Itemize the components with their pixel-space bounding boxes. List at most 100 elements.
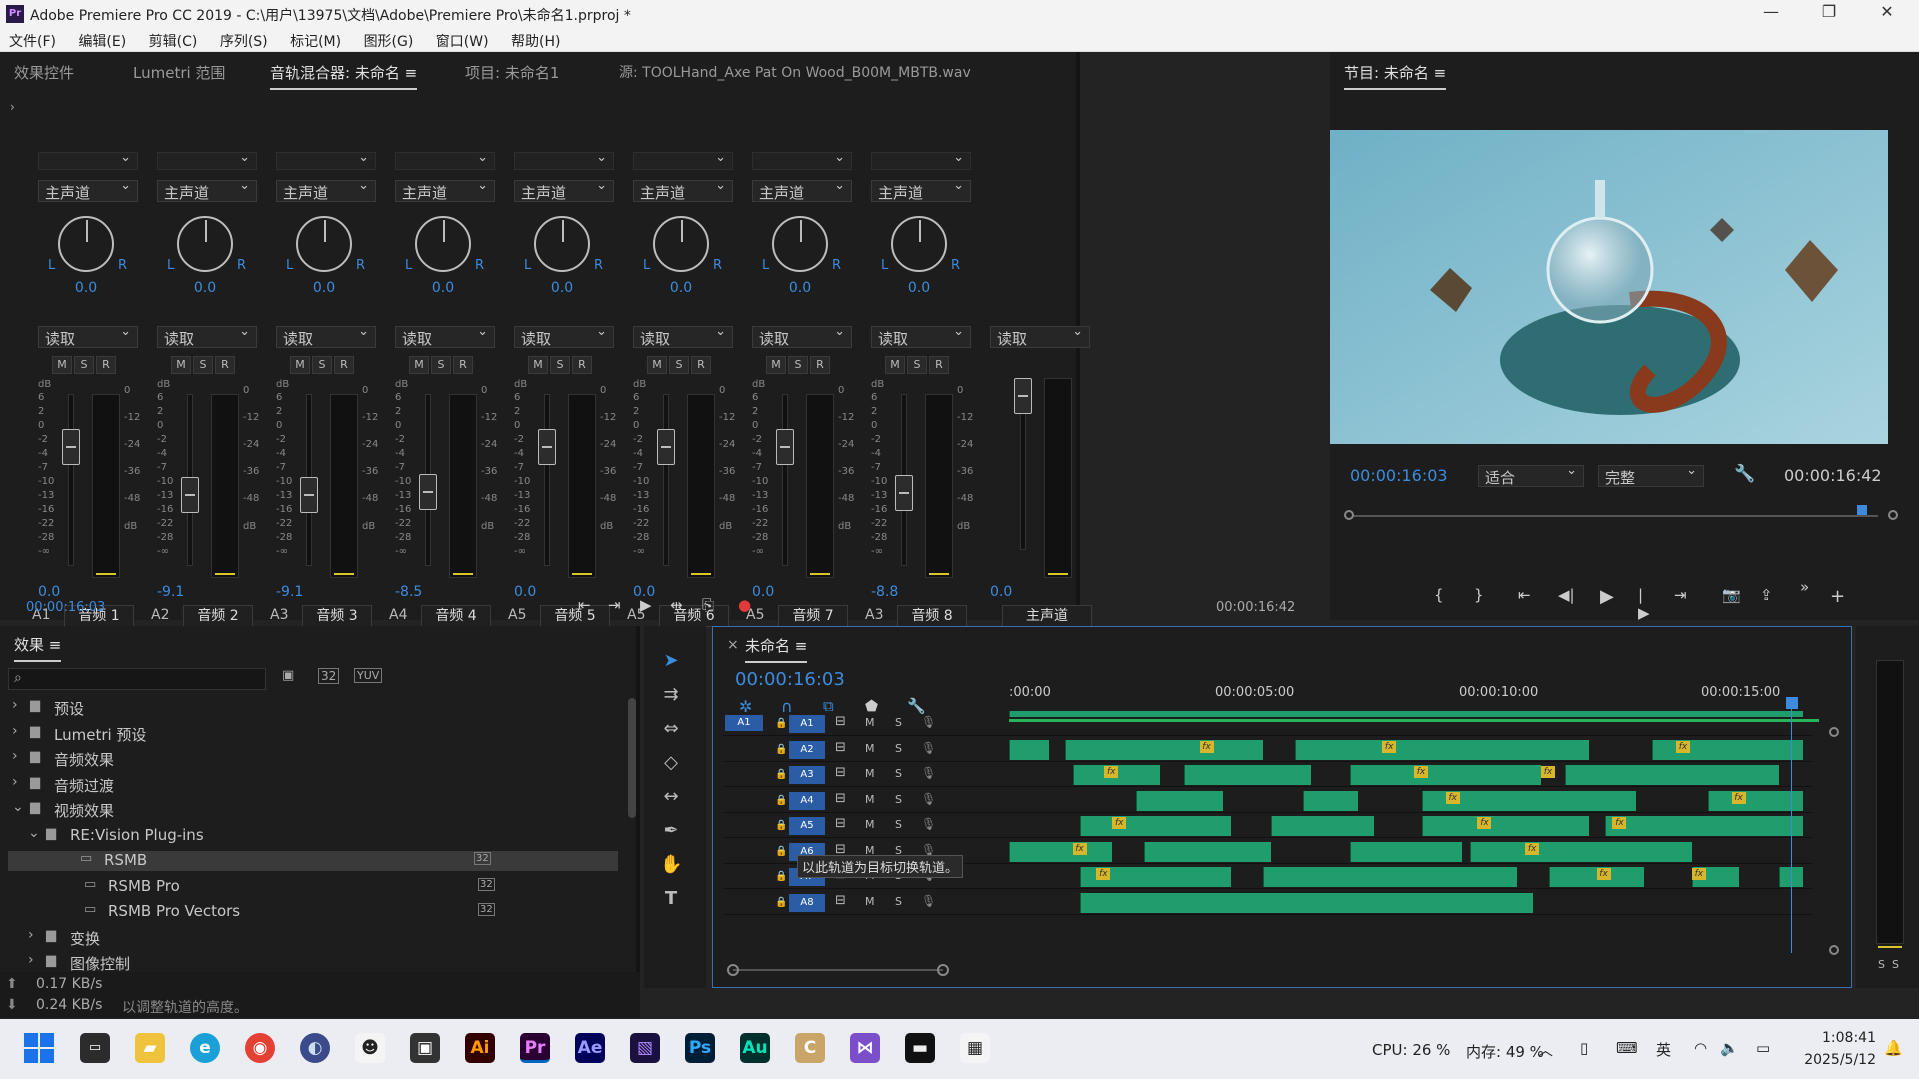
sync-lock-icon[interactable]: ⊟ (835, 740, 846, 755)
battery-icon[interactable]: ▭ (1756, 1039, 1770, 1057)
chevron-right-icon[interactable]: › (12, 748, 18, 764)
hand-tool-icon[interactable]: ✋ (660, 854, 682, 876)
input-select[interactable] (276, 150, 376, 170)
tab-project[interactable]: 项目: 未命名1 (465, 62, 559, 83)
panel-menu-icon[interactable]: ≡ (795, 637, 808, 655)
pan-value[interactable]: 0.0 (387, 280, 499, 296)
automation-mode-dropdown[interactable]: 读取 (633, 324, 733, 348)
timeline-playhead[interactable] (1786, 697, 1798, 709)
zoom-end-handle[interactable] (1888, 510, 1898, 520)
tab-lumetri-scopes[interactable]: Lumetri 范围 (133, 62, 225, 83)
audio-clip[interactable] (1080, 892, 1534, 913)
automation-mode-dropdown[interactable]: 读取 (752, 324, 852, 348)
sync-lock-icon[interactable]: ⊟ (835, 714, 846, 729)
audio-clip[interactable] (1604, 816, 1803, 836)
effects-tree-item[interactable]: ▭ RSMB Pro Vectors 32 (12, 902, 622, 922)
play-icon[interactable]: ▶ (640, 596, 652, 614)
volume-fader[interactable] (657, 429, 675, 465)
after-effects-icon[interactable]: Ae (575, 1033, 605, 1063)
audio-clip[interactable] (1421, 816, 1589, 836)
effects-tree-item[interactable]: ⌄ ▆ 视频效果 (12, 799, 622, 820)
restore-icon[interactable]: ❐ (1806, 2, 1852, 26)
solo-button[interactable]: S (788, 356, 808, 374)
track-name[interactable]: 音频 5 (540, 605, 610, 627)
audio-clip[interactable] (1350, 765, 1541, 785)
visual-studio-icon[interactable]: ⋈ (850, 1033, 880, 1063)
effects-tree-item[interactable]: › ▆ 音频效果 (12, 748, 622, 769)
minimize-icon[interactable]: — (1748, 2, 1794, 26)
lock-icon[interactable]: 🔒 (775, 820, 787, 831)
lock-icon[interactable]: 🔒 (775, 897, 787, 908)
clock-date[interactable]: 2025/5/12 (1796, 1052, 1876, 1068)
sync-lock-icon[interactable]: ⊟ (835, 765, 846, 780)
menu-clip[interactable]: 剪辑(C) (140, 28, 207, 51)
source-patch[interactable]: A1 (725, 715, 763, 731)
channel-dropdown[interactable]: 主声道 (276, 178, 376, 202)
photoshop-icon[interactable]: Ps (685, 1033, 715, 1063)
solo-button[interactable]: S (193, 356, 213, 374)
task-view-icon[interactable]: ▭ (80, 1033, 110, 1063)
pan-knob[interactable] (415, 216, 471, 272)
audio-clip[interactable] (1350, 841, 1462, 862)
menu-marker[interactable]: 标记(M) (281, 28, 350, 51)
browser-icon[interactable]: ◐ (300, 1033, 330, 1063)
track-target[interactable]: A1 (789, 715, 825, 733)
pan-knob[interactable] (891, 216, 947, 272)
channel-dropdown[interactable]: 主声道 (395, 178, 495, 202)
file-explorer-icon[interactable]: ▰ (135, 1033, 165, 1063)
audio-clip[interactable] (1652, 739, 1803, 760)
automation-mode-dropdown[interactable]: 读取 (871, 324, 971, 348)
chevron-right-icon[interactable]: › (12, 723, 18, 739)
go-to-in-icon[interactable]: ⇤ (1518, 586, 1531, 604)
audio-clip[interactable] (1469, 841, 1692, 862)
close-icon[interactable]: ✕ (1864, 2, 1910, 26)
pan-value[interactable]: 0.0 (149, 280, 261, 296)
tab-effects[interactable]: 效果 ≡ (14, 634, 62, 662)
bot-app-icon[interactable]: ☻ (355, 1033, 385, 1063)
track-target[interactable]: A3 (789, 766, 825, 784)
input-select[interactable] (395, 150, 495, 170)
pan-value[interactable]: 0.0 (625, 280, 737, 296)
panel-menu-icon[interactable]: ≡ (49, 636, 62, 654)
volume-value[interactable]: -9.1 (276, 584, 303, 600)
solo-button[interactable]: S (895, 742, 902, 755)
illustrator-icon[interactable]: Ai (465, 1033, 495, 1063)
mute-button[interactable]: M (885, 356, 905, 374)
horizontal-zoom-bar[interactable] (733, 969, 943, 971)
audio-clip[interactable] (1564, 765, 1780, 785)
microphone-icon[interactable]: 🎙 (921, 894, 936, 908)
zoom-handle-left[interactable] (727, 964, 739, 976)
go-to-out-icon[interactable]: ⇥ (1674, 586, 1687, 604)
menu-help[interactable]: 帮助(H) (502, 28, 569, 51)
record-button[interactable]: R (334, 356, 354, 374)
effects-scrollbar[interactable] (628, 698, 636, 818)
track-name[interactable]: 音频 4 (421, 605, 491, 627)
solo-button[interactable]: S (895, 767, 902, 780)
zoom-handle-right[interactable] (937, 964, 949, 976)
quality-dropdown[interactable]: 完整 (1598, 463, 1704, 487)
audition-icon[interactable]: Au (740, 1033, 770, 1063)
wifi-icon[interactable]: ◠ (1694, 1039, 1707, 1057)
mute-button[interactable]: M (865, 793, 875, 806)
solo-button[interactable]: S (431, 356, 451, 374)
record-icon[interactable]: ● (738, 596, 751, 614)
chevron-right-icon[interactable]: › (28, 952, 34, 968)
channel-dropdown[interactable]: 主声道 (871, 178, 971, 202)
audio-clip[interactable] (1009, 841, 1113, 862)
vertical-zoom-top[interactable] (1829, 727, 1839, 737)
solo-button[interactable]: S (550, 356, 570, 374)
master-name[interactable]: 主声道 (1002, 605, 1092, 627)
chevron-right-icon[interactable]: › (12, 697, 18, 713)
close-tab-icon[interactable]: × (727, 637, 739, 653)
pen-tool-icon[interactable]: ✒ (660, 820, 682, 842)
lock-icon[interactable]: 🔒 (775, 769, 787, 780)
audio-clip[interactable] (1143, 841, 1271, 862)
audio-clip[interactable] (1136, 790, 1224, 811)
tab-source[interactable]: 源: TOOLHand_Axe Pat On Wood_B00M_MBTB.wa… (619, 62, 971, 82)
automation-mode-dropdown[interactable]: 读取 (514, 324, 614, 348)
play-icon[interactable]: ▶ (1600, 586, 1614, 607)
effects-tree-item[interactable]: › ▆ Lumetri 预设 (12, 723, 622, 744)
effects-tree-item[interactable]: › ▆ 变换 (12, 927, 622, 948)
media-encoder-icon[interactable]: ▧ (630, 1033, 660, 1063)
lock-icon[interactable]: 🔒 (775, 871, 787, 882)
